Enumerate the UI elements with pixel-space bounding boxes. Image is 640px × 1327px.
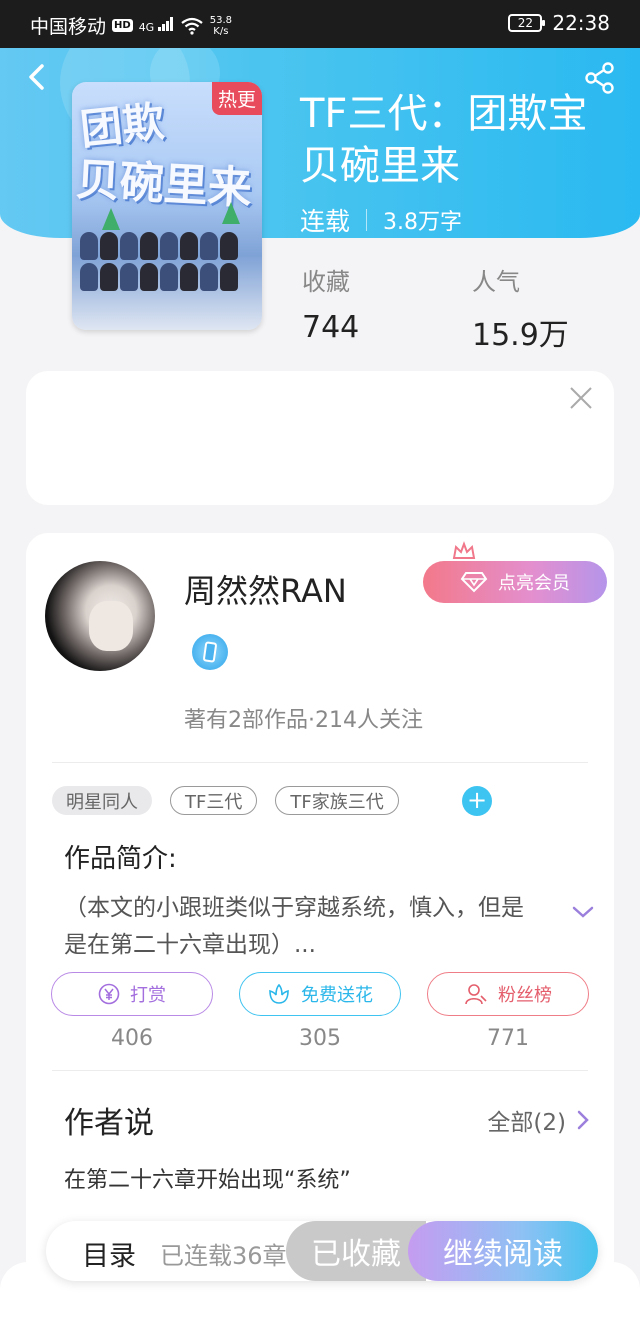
user-icon bbox=[465, 984, 487, 1005]
author-avatar[interactable] bbox=[45, 561, 155, 671]
author-says-title: 作者说 bbox=[64, 1106, 154, 1141]
view-all-link[interactable]: 全部(2) bbox=[487, 1103, 590, 1137]
ad-card bbox=[26, 371, 614, 505]
book-meta: 连载 3.8万字 bbox=[300, 202, 462, 238]
collect-count: 744 bbox=[302, 310, 360, 345]
chevron-right-icon bbox=[577, 1110, 589, 1130]
popularity-label: 人气 bbox=[472, 268, 520, 296]
tip-count: 406 bbox=[111, 1026, 153, 1051]
tag-chip[interactable]: TF家族三代 bbox=[275, 786, 399, 815]
intro-text[interactable]: （本文的小跟班类似于穿越系统，慎入，但是是在第二十六章出现）... bbox=[64, 890, 544, 964]
flower-count: 305 bbox=[299, 1026, 341, 1051]
phone-badge-icon[interactable] bbox=[192, 634, 228, 670]
back-icon[interactable] bbox=[24, 62, 50, 92]
net-speed: 53.8 K/s bbox=[209, 14, 232, 37]
toc-button[interactable]: 目录 bbox=[82, 1234, 136, 1273]
yen-icon bbox=[98, 983, 120, 1005]
signal-icon: 4G bbox=[139, 17, 174, 34]
book-title: TF三代：团欺宝贝碗里来 bbox=[300, 91, 588, 189]
status-bar: 中国移动 HD 4G 53.8 K/s 22 22:38 bbox=[0, 0, 640, 48]
collected-button[interactable]: 已收藏 bbox=[286, 1221, 426, 1281]
fans-count: 771 bbox=[487, 1026, 529, 1051]
word-count: 3.8万字 bbox=[383, 210, 463, 235]
popularity-count: 15.9万 bbox=[472, 318, 569, 353]
hd-badge: HD bbox=[112, 19, 133, 32]
vip-label: 点亮会员 bbox=[498, 573, 570, 594]
hot-update-tag: 热更 bbox=[211, 82, 262, 115]
carrier-label: 中国移动 bbox=[30, 16, 107, 38]
continue-reading-button[interactable]: 继续阅读 bbox=[408, 1221, 598, 1281]
tag-row: 明星同人 TF三代 TF家族三代 bbox=[52, 786, 399, 815]
view-all-label: 全部(2) bbox=[487, 1110, 566, 1136]
chevron-down-icon[interactable] bbox=[571, 904, 595, 920]
book-cover[interactable]: 热更 团欺 贝碗里来 bbox=[72, 82, 262, 330]
divider bbox=[366, 209, 368, 231]
cover-people bbox=[80, 232, 254, 292]
vip-button[interactable]: 点亮会员 bbox=[423, 561, 607, 603]
tip-button[interactable]: 打赏 bbox=[51, 972, 213, 1016]
crown-icon bbox=[452, 541, 476, 559]
divider bbox=[52, 762, 588, 763]
author-note[interactable]: 在第二十六章开始出现“系统” bbox=[64, 1162, 351, 1194]
flower-icon bbox=[269, 983, 289, 1004]
tag-chip[interactable]: TF三代 bbox=[170, 786, 258, 815]
fans-rank-label: 粉丝榜 bbox=[498, 985, 552, 1006]
serial-status: 连载 bbox=[300, 207, 351, 236]
tag-chip[interactable]: 明星同人 bbox=[52, 786, 152, 815]
wifi-icon bbox=[181, 17, 203, 35]
bottom-bar: 目录 已连载36章 已收藏 继续阅读 bbox=[46, 1221, 598, 1281]
intro-title: 作品简介: bbox=[64, 844, 177, 874]
send-flower-label: 免费送花 bbox=[301, 985, 373, 1006]
battery-icon: 22 bbox=[508, 14, 546, 32]
tip-label: 打赏 bbox=[130, 985, 166, 1006]
send-flower-button[interactable]: 免费送花 bbox=[239, 972, 401, 1016]
clock: 22:38 bbox=[552, 11, 610, 35]
fans-rank-button[interactable]: 粉丝榜 bbox=[427, 972, 589, 1016]
close-icon[interactable] bbox=[568, 385, 594, 411]
author-works-info: 著有2部作品·214人关注 bbox=[184, 708, 423, 733]
diamond-icon bbox=[460, 572, 488, 593]
collect-label: 收藏 bbox=[302, 268, 350, 296]
serial-info[interactable]: 已连载36章 bbox=[160, 1236, 287, 1271]
divider bbox=[52, 1070, 588, 1071]
plus-icon[interactable]: + bbox=[462, 786, 492, 816]
author-name[interactable]: 周然然RAN bbox=[184, 566, 347, 612]
